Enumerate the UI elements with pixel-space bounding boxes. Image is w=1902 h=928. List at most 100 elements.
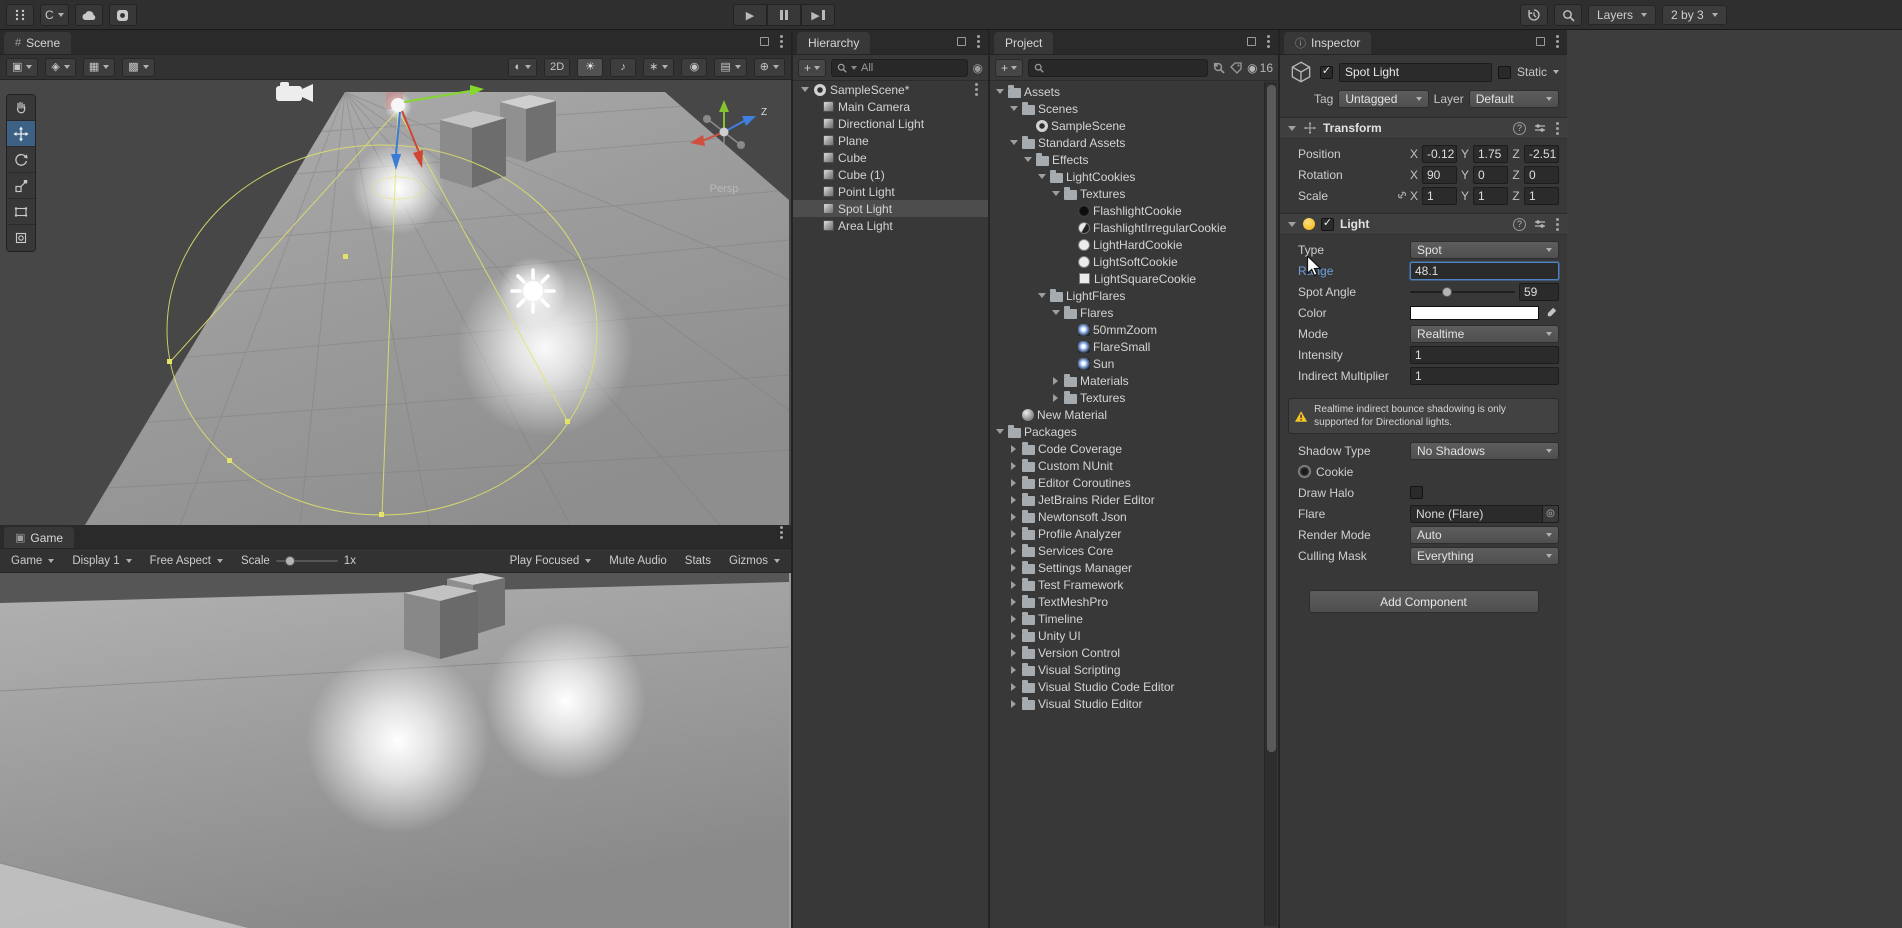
project-item[interactable]: TextMeshPro [990, 593, 1278, 610]
axis-z-cone[interactable] [742, 116, 756, 126]
project-item[interactable]: Test Framework [990, 576, 1278, 593]
shadow-type-dropdown[interactable]: No Shadows [1410, 441, 1559, 460]
project-item[interactable]: FlashlightCookie [990, 202, 1278, 219]
scene-options-icon[interactable] [975, 88, 978, 91]
scene-visibility-icon[interactable]: ◉ [973, 62, 983, 74]
presets-icon[interactable] [1534, 218, 1546, 230]
light-enabled-checkbox[interactable]: ✓ [1321, 217, 1334, 231]
project-item[interactable]: Version Control [990, 644, 1278, 661]
game-view-menu-dropdown[interactable]: Game [2, 549, 63, 573]
scene-3d-viewport[interactable]: Z Persp [0, 80, 791, 525]
render-mode-dropdown[interactable]: Auto [1410, 525, 1559, 544]
foldout-triangle[interactable] [1008, 106, 1019, 111]
project-item[interactable]: SampleScene [990, 117, 1278, 134]
project-item[interactable]: 50mmZoom [990, 321, 1278, 338]
transform-tool-button[interactable] [7, 225, 35, 251]
panel-menu-icon[interactable] [780, 531, 783, 534]
foldout-triangle[interactable] [1286, 222, 1297, 227]
project-item[interactable]: LightSquareCookie [990, 270, 1278, 287]
foldout-triangle[interactable] [1008, 547, 1019, 555]
gizmos-visibility-button[interactable]: ⊕ [753, 57, 785, 77]
foldout-triangle[interactable] [1008, 700, 1019, 708]
spot-angle-field[interactable]: 59 [1519, 282, 1559, 301]
foldout-triangle[interactable] [994, 429, 1005, 434]
rotate-tool-button[interactable] [7, 147, 35, 173]
flare-object-field[interactable]: None (Flare) ◎ [1410, 504, 1559, 523]
panel-maximize-icon[interactable] [1247, 37, 1256, 46]
project-item[interactable]: LightHardCookie [990, 236, 1278, 253]
create-object-button[interactable]: + [798, 58, 827, 77]
projection-mode-label[interactable]: Persp [669, 183, 779, 195]
foldout-triangle[interactable] [1022, 157, 1033, 162]
scrollbar-thumb[interactable] [1267, 85, 1276, 752]
cloud-icon[interactable] [74, 4, 103, 26]
panel-maximize-icon[interactable] [1536, 37, 1545, 46]
component-menu-icon[interactable] [1556, 222, 1559, 226]
scale-tool-button[interactable] [7, 173, 35, 199]
layout-dropdown[interactable]: 2 by 3 [1662, 5, 1727, 25]
transform-y-field[interactable]: 1 [1473, 186, 1508, 205]
tab-hierarchy[interactable]: Hierarchy [797, 32, 871, 54]
create-asset-button[interactable]: + [995, 58, 1024, 77]
project-item[interactable]: New Material [990, 406, 1278, 423]
tab-inspector[interactable]: ⓘ Inspector [1284, 32, 1372, 54]
aspect-ratio-dropdown[interactable]: Free Aspect [141, 549, 232, 573]
project-item[interactable]: FlashlightIrregularCookie [990, 219, 1278, 236]
project-item[interactable]: Services Core [990, 542, 1278, 559]
project-scrollbar[interactable] [1264, 82, 1277, 926]
layers-dropdown[interactable]: Layers [1588, 5, 1657, 25]
project-item[interactable]: Materials [990, 372, 1278, 389]
transform-component-header[interactable]: Transform ? [1280, 117, 1567, 139]
project-item[interactable]: LightSoftCookie [990, 253, 1278, 270]
hierarchy-search-input[interactable]: All [831, 58, 968, 77]
project-item[interactable]: Unity UI [990, 627, 1278, 644]
light-range-label[interactable]: Range [1288, 264, 1410, 278]
transform-x-field[interactable]: 90 [1422, 165, 1457, 184]
indirect-multiplier-label[interactable]: Indirect Multiplier [1288, 369, 1410, 383]
project-item[interactable]: Textures [990, 389, 1278, 406]
foldout-triangle[interactable] [1008, 666, 1019, 674]
foldout-triangle[interactable] [1050, 191, 1061, 196]
foldout-triangle[interactable] [1008, 530, 1019, 538]
spot-angle-label[interactable]: Spot Angle [1288, 285, 1410, 299]
grid-menu-icon[interactable] [6, 4, 34, 26]
culling-mask-label[interactable]: Culling Mask [1288, 549, 1410, 563]
indirect-multiplier-field[interactable]: 1 [1410, 366, 1559, 385]
light-mode-dropdown[interactable]: Realtime [1410, 324, 1559, 343]
grid-snapping-button[interactable]: ▦ [82, 57, 116, 77]
hierarchy-item[interactable]: Cube (1) [793, 166, 988, 183]
tab-scene[interactable]: # Scene [4, 32, 72, 54]
foldout-triangle[interactable] [1036, 293, 1047, 298]
axis-x-cone[interactable] [690, 135, 705, 146]
scale-slider-knob[interactable] [284, 555, 295, 566]
display-dropdown[interactable]: Display 1 [63, 549, 140, 573]
hidden-count-eye-icon[interactable]: ◉ [1247, 62, 1257, 74]
project-item[interactable]: Standard Assets [990, 134, 1278, 151]
hierarchy-item[interactable]: Area Light [793, 217, 988, 234]
search-icon[interactable] [1554, 4, 1582, 26]
project-item[interactable]: Custom NUnit [990, 457, 1278, 474]
foldout-triangle[interactable] [1008, 649, 1019, 657]
foldout-triangle[interactable] [1008, 615, 1019, 623]
scale-link-icon[interactable] [1396, 189, 1408, 204]
panel-menu-icon[interactable] [977, 40, 980, 43]
panel-maximize-icon[interactable] [957, 37, 966, 46]
foldout-triangle[interactable] [1008, 462, 1019, 470]
rect-tool-button[interactable] [7, 199, 35, 225]
eyedropper-icon[interactable] [1543, 305, 1559, 321]
foldout-triangle[interactable] [1286, 126, 1297, 131]
scale-slider[interactable] [275, 555, 338, 566]
project-item[interactable]: Scenes [990, 100, 1278, 117]
search-by-type-icon[interactable] [1213, 62, 1225, 74]
search-by-label-icon[interactable] [1230, 61, 1242, 74]
history-icon[interactable] [1520, 4, 1548, 26]
foldout-triangle[interactable] [1050, 377, 1061, 385]
project-item[interactable]: FlareSmall [990, 338, 1278, 355]
pause-button[interactable] [767, 4, 801, 26]
foldout-triangle[interactable] [1008, 598, 1019, 606]
light-color-label[interactable]: Color [1288, 306, 1410, 320]
transform-z-field[interactable]: 0 [1524, 165, 1559, 184]
component-menu-icon[interactable] [1556, 126, 1559, 130]
project-item[interactable]: Editor Coroutines [990, 474, 1278, 491]
2d-toggle-button[interactable]: 2D [544, 57, 571, 77]
